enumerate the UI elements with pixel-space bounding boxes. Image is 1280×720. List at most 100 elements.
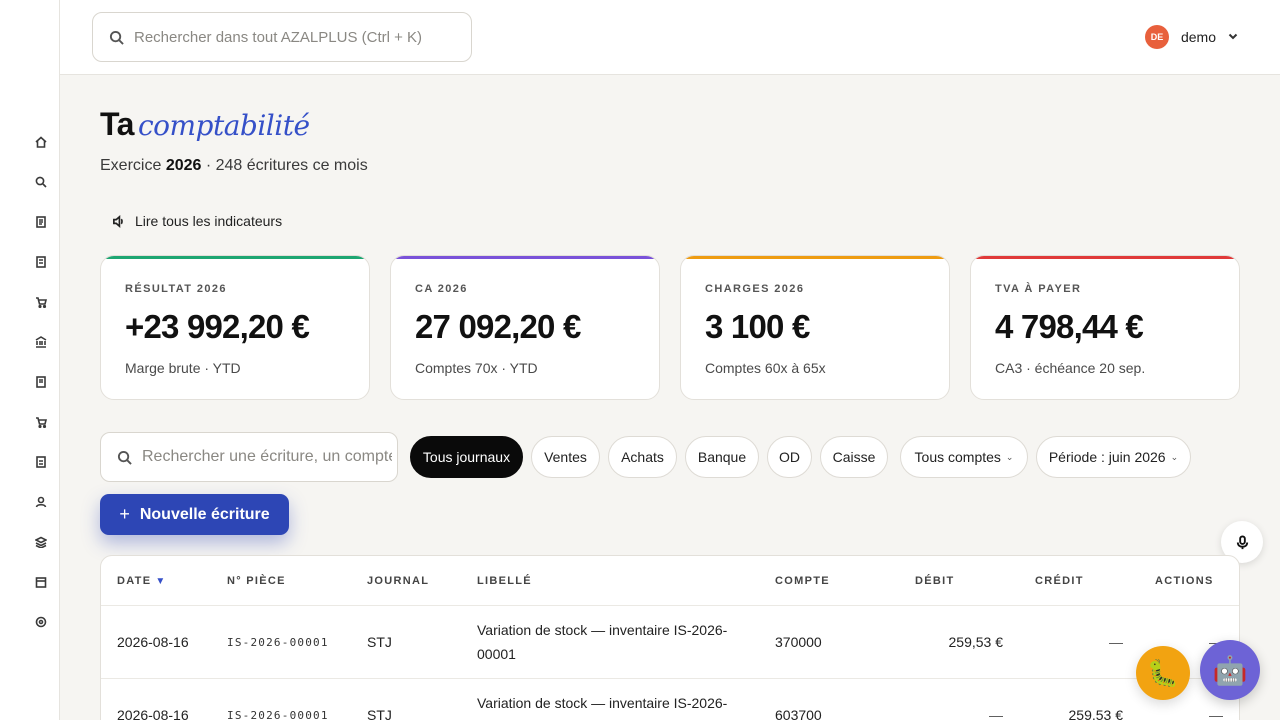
page-subtitle: Exercice 2026 · 248 écritures ce mois — [100, 157, 368, 175]
filter-journal-caisse[interactable]: Caisse — [820, 436, 888, 478]
filter-journal-achats[interactable]: Achats — [608, 436, 677, 478]
chevron-down-icon[interactable] — [1228, 28, 1238, 46]
table-row[interactable]: 2026-08-16 IS-2026-00001 STJ Variation d… — [101, 606, 1239, 679]
kpi-accent-bar — [681, 256, 949, 259]
kpi-caption: Comptes 70x · YTD — [415, 360, 538, 376]
kpi-card-tva: TVA À PAYER 4 798,44 € CA3 · échéance 20… — [970, 255, 1240, 400]
assistant-button[interactable]: 🤖 — [1200, 640, 1260, 700]
cell-piece: IS-2026-00001 — [227, 636, 329, 649]
table-header: DATE ▼ N° PIÈCE JOURNAL LIBELLÉ COMPTE DÉ… — [101, 556, 1239, 606]
microphone-icon — [1236, 534, 1248, 549]
kpi-caption: CA3 · échéance 20 sep. — [995, 360, 1146, 376]
kpi-caption: Comptes 60x à 65x — [705, 360, 826, 376]
filter-accounts-dropdown[interactable]: Tous comptes ⌄ — [900, 436, 1028, 478]
filter-journal-all[interactable]: Tous journaux — [410, 436, 523, 478]
page-title-main: Ta — [100, 106, 134, 142]
document-icon[interactable] — [34, 215, 48, 229]
subtitle-suffix: · 248 écritures ce mois — [205, 157, 368, 174]
layers-icon[interactable] — [34, 535, 48, 549]
search-icon[interactable] — [34, 175, 48, 189]
kpi-card-resultat: RÉSULTAT 2026 +23 992,20 € Marge brute ·… — [100, 255, 370, 400]
cell-debit: — — [989, 707, 1003, 720]
read-indicators-label: Lire tous les indicateurs — [135, 213, 283, 229]
global-search-input[interactable] — [134, 28, 454, 46]
user-name[interactable]: demo — [1181, 29, 1216, 45]
subtitle-prefix: Exercice — [100, 157, 162, 174]
page-title-accent: comptabilité — [137, 109, 310, 142]
cell-compte: 370000 — [775, 634, 822, 650]
cell-credit: — — [1109, 634, 1123, 650]
kpi-value: +23 992,20 € — [125, 308, 310, 345]
filter-journal-od[interactable]: OD — [767, 436, 812, 478]
new-entry-label: Nouvelle écriture — [139, 505, 270, 523]
sort-desc-icon: ▼ — [155, 576, 167, 587]
home-icon[interactable] — [34, 135, 48, 149]
chevron-down-icon: ⌄ — [1170, 451, 1179, 462]
bank-icon[interactable] — [34, 335, 48, 349]
entries-table: DATE ▼ N° PIÈCE JOURNAL LIBELLÉ COMPTE DÉ… — [100, 555, 1240, 720]
column-header-date[interactable]: DATE ▼ — [117, 575, 167, 587]
kpi-accent-bar — [101, 256, 369, 259]
kpi-value: 3 100 € — [705, 308, 810, 345]
column-header-credit[interactable]: CRÉDIT — [1035, 575, 1084, 587]
table-row[interactable]: 2026-08-16 IS-2026-00001 STJ Variation d… — [101, 679, 1239, 720]
kpi-label: TVA À PAYER — [995, 283, 1082, 295]
kpi-label: CHARGES 2026 — [705, 283, 805, 295]
ledger-icon[interactable] — [34, 375, 48, 389]
kpi-value: 4 798,44 € — [995, 308, 1144, 345]
read-indicators-button[interactable]: Lire tous les indicateurs — [112, 213, 282, 229]
column-header-label: DATE — [117, 575, 152, 587]
kpi-label: CA 2026 — [415, 283, 468, 295]
kpi-card-charges: CHARGES 2026 3 100 € Comptes 60x à 65x — [680, 255, 950, 400]
search-icon — [109, 30, 124, 45]
filter-period-label: Période : juin 2026 — [1048, 449, 1166, 465]
robot-icon: 🤖 — [1212, 654, 1248, 686]
kpi-accent-bar — [971, 256, 1239, 259]
plus-icon: + — [119, 504, 130, 524]
kpi-card-ca: CA 2026 27 092,20 € Comptes 70x · YTD — [390, 255, 660, 400]
settings-icon[interactable] — [34, 615, 48, 629]
avatar[interactable]: DE — [1144, 25, 1169, 49]
filter-journal-banque[interactable]: Banque — [685, 436, 759, 478]
file-icon[interactable] — [34, 455, 48, 469]
new-entry-button[interactable]: + Nouvelle écriture — [100, 494, 289, 535]
kpi-caption: Marge brute · YTD — [125, 360, 241, 376]
cell-journal: STJ — [367, 634, 392, 650]
search-icon — [117, 450, 132, 465]
entry-search-box[interactable] — [100, 432, 398, 482]
cell-debit: 259,53 € — [948, 634, 1004, 650]
archive-icon[interactable] — [34, 575, 48, 589]
kpi-label: RÉSULTAT 2026 — [125, 283, 227, 295]
filter-journal-ventes[interactable]: Ventes — [531, 436, 600, 478]
column-header-debit[interactable]: DÉBIT — [915, 575, 955, 587]
cell-libelle: Variation de stock — inventaire IS-2026-… — [477, 695, 728, 720]
cart-2-icon[interactable] — [34, 415, 48, 429]
entry-search-input[interactable] — [142, 448, 392, 466]
fiscal-year: 2026 — [165, 157, 202, 174]
page-title: Ta comptabilité — [100, 106, 310, 143]
chevron-down-icon: ⌄ — [1005, 451, 1014, 462]
speaker-icon — [113, 214, 123, 228]
column-header-actions: ACTIONS — [1155, 575, 1214, 587]
cell-credit: 259,53 € — [1068, 707, 1124, 720]
row-actions-button[interactable]: — — [1209, 707, 1223, 720]
invoice-icon[interactable] — [34, 255, 48, 269]
bug-report-button[interactable]: 🐛 — [1136, 646, 1190, 700]
cell-piece: IS-2026-00001 — [227, 709, 329, 720]
column-header-libelle[interactable]: LIBELLÉ — [477, 575, 532, 587]
global-search-box[interactable] — [92, 12, 472, 62]
cart-icon[interactable] — [34, 295, 48, 309]
sidebar — [0, 0, 60, 720]
cell-compte: 603700 — [775, 707, 822, 720]
cell-date: 2026-08-16 — [117, 634, 189, 650]
user-menu[interactable]: DE demo — [1144, 25, 1238, 49]
column-header-piece[interactable]: N° PIÈCE — [227, 575, 286, 587]
column-header-compte[interactable]: COMPTE — [775, 575, 830, 587]
kpi-accent-bar — [391, 256, 659, 259]
cell-journal: STJ — [367, 707, 392, 720]
user-icon[interactable] — [34, 495, 48, 509]
topbar: DE demo — [60, 0, 1280, 75]
kpi-value: 27 092,20 € — [415, 308, 581, 345]
column-header-journal[interactable]: JOURNAL — [367, 575, 429, 587]
filter-period-dropdown[interactable]: Période : juin 2026 ⌄ — [1036, 436, 1191, 478]
